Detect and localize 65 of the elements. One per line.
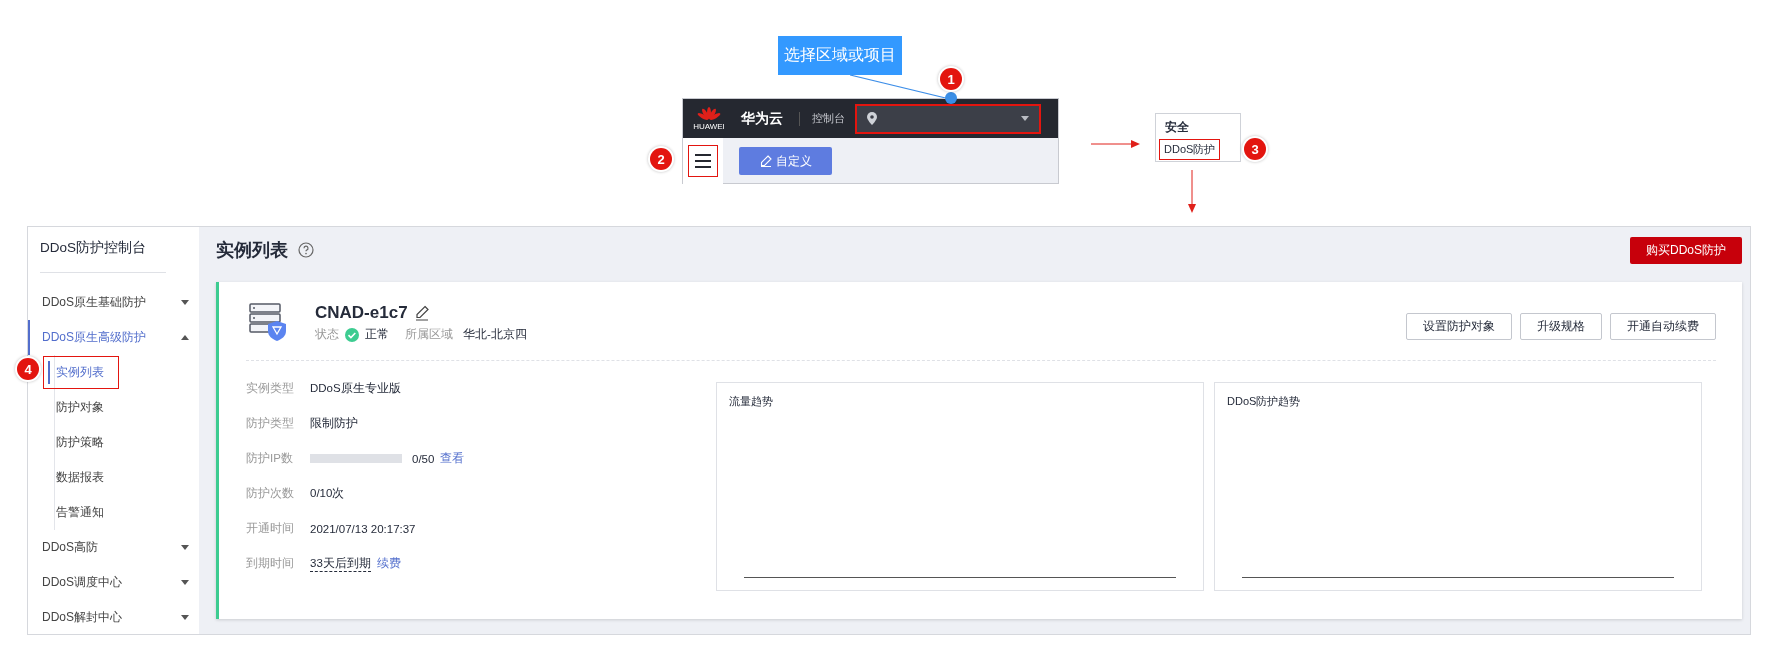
page-title: 实例列表 — [216, 239, 288, 262]
sidebar-item[interactable]: DDoS原生基础防护 — [28, 285, 199, 320]
sidebar-subitem[interactable]: 防护策略 — [43, 426, 119, 459]
sidebar-item[interactable]: DDoS解封中心 — [28, 600, 199, 635]
region-selector[interactable] — [855, 103, 1041, 134]
brand-name: 华为云 — [741, 109, 783, 128]
step-marker: 4 — [17, 358, 39, 380]
field-value: 限制防护 — [310, 416, 358, 431]
view-link[interactable]: 查看 — [440, 451, 465, 466]
location-pin-icon — [867, 112, 877, 125]
field-value: 0/10次 — [310, 486, 345, 501]
check-icon — [345, 327, 359, 342]
progress-reading: 0/50 — [412, 452, 435, 465]
field-value: DDoS原生专业版 — [310, 381, 401, 396]
arrow — [1187, 170, 1197, 214]
caret-icon — [181, 615, 189, 620]
help-icon[interactable] — [298, 242, 314, 258]
sidebar-subitem[interactable]: 数据报表 — [43, 461, 119, 494]
field-label: 开通时间 — [246, 521, 295, 536]
sidebar-title: DDoS防护控制台 — [40, 239, 147, 257]
edit-icon[interactable] — [413, 305, 430, 321]
caret-icon — [1021, 116, 1029, 121]
instance-name: CNAD-e1c7 — [315, 303, 408, 323]
status-value: 正常 — [365, 327, 389, 342]
buy-button[interactable]: 购买DDoS防护 — [1630, 236, 1742, 264]
step-marker: 3 — [1244, 138, 1266, 160]
field-label: 防护IP数 — [246, 451, 294, 466]
sidebar-subitem[interactable]: 实例列表 — [43, 356, 119, 389]
action-button[interactable]: 开通自动续费 — [1610, 313, 1716, 340]
chart-title: DDoS防护趋势 — [1227, 395, 1301, 407]
logo-icon — [696, 106, 722, 122]
step-marker: 1 — [940, 68, 962, 90]
status-label: 状态 — [315, 327, 339, 342]
anchor-dot — [945, 92, 957, 104]
service-link[interactable]: DDoS防护 — [1159, 139, 1221, 160]
sidebar-subitem[interactable]: 防护对象 — [43, 391, 119, 424]
logo-caption: HUAWEI — [693, 122, 725, 131]
server-shield-icon — [249, 302, 287, 342]
console-link[interactable]: 控制台 — [812, 111, 845, 126]
field-value: 33天后到期 — [310, 555, 371, 572]
step-marker: 2 — [650, 148, 672, 170]
menu-icon[interactable] — [688, 145, 718, 177]
chart-title: 流量趋势 — [729, 395, 773, 407]
field-value: 2021/07/13 20:17:37 — [310, 522, 416, 535]
action-button[interactable]: 设置防护对象 — [1406, 313, 1512, 340]
sidebar-subitem[interactable]: 告警通知 — [43, 496, 119, 529]
sidebar-item[interactable]: DDoS调度中心 — [28, 565, 199, 600]
pencil-icon — [759, 155, 772, 167]
caret-icon — [181, 545, 189, 550]
customize-button[interactable]: 自定义 — [739, 147, 832, 175]
field-label: 防护次数 — [246, 486, 295, 501]
callout: 选择区域或项目 — [778, 36, 902, 75]
field-label: 到期时间 — [246, 556, 295, 571]
field-label: 防护类型 — [246, 416, 295, 431]
region-label: 所属区域 — [405, 327, 453, 342]
action-button[interactable]: 升级规格 — [1520, 313, 1602, 340]
arrow — [1091, 139, 1141, 149]
renew-link[interactable]: 续费 — [376, 556, 401, 571]
caret-icon — [181, 300, 189, 305]
caret-icon — [181, 580, 189, 585]
sidebar-item[interactable]: DDoS高防 — [28, 530, 199, 565]
caret-icon — [181, 335, 189, 340]
field-label: 实例类型 — [246, 381, 295, 396]
category-title: 安全 — [1165, 119, 1190, 136]
region-value: 华北-北京四 — [463, 327, 527, 342]
